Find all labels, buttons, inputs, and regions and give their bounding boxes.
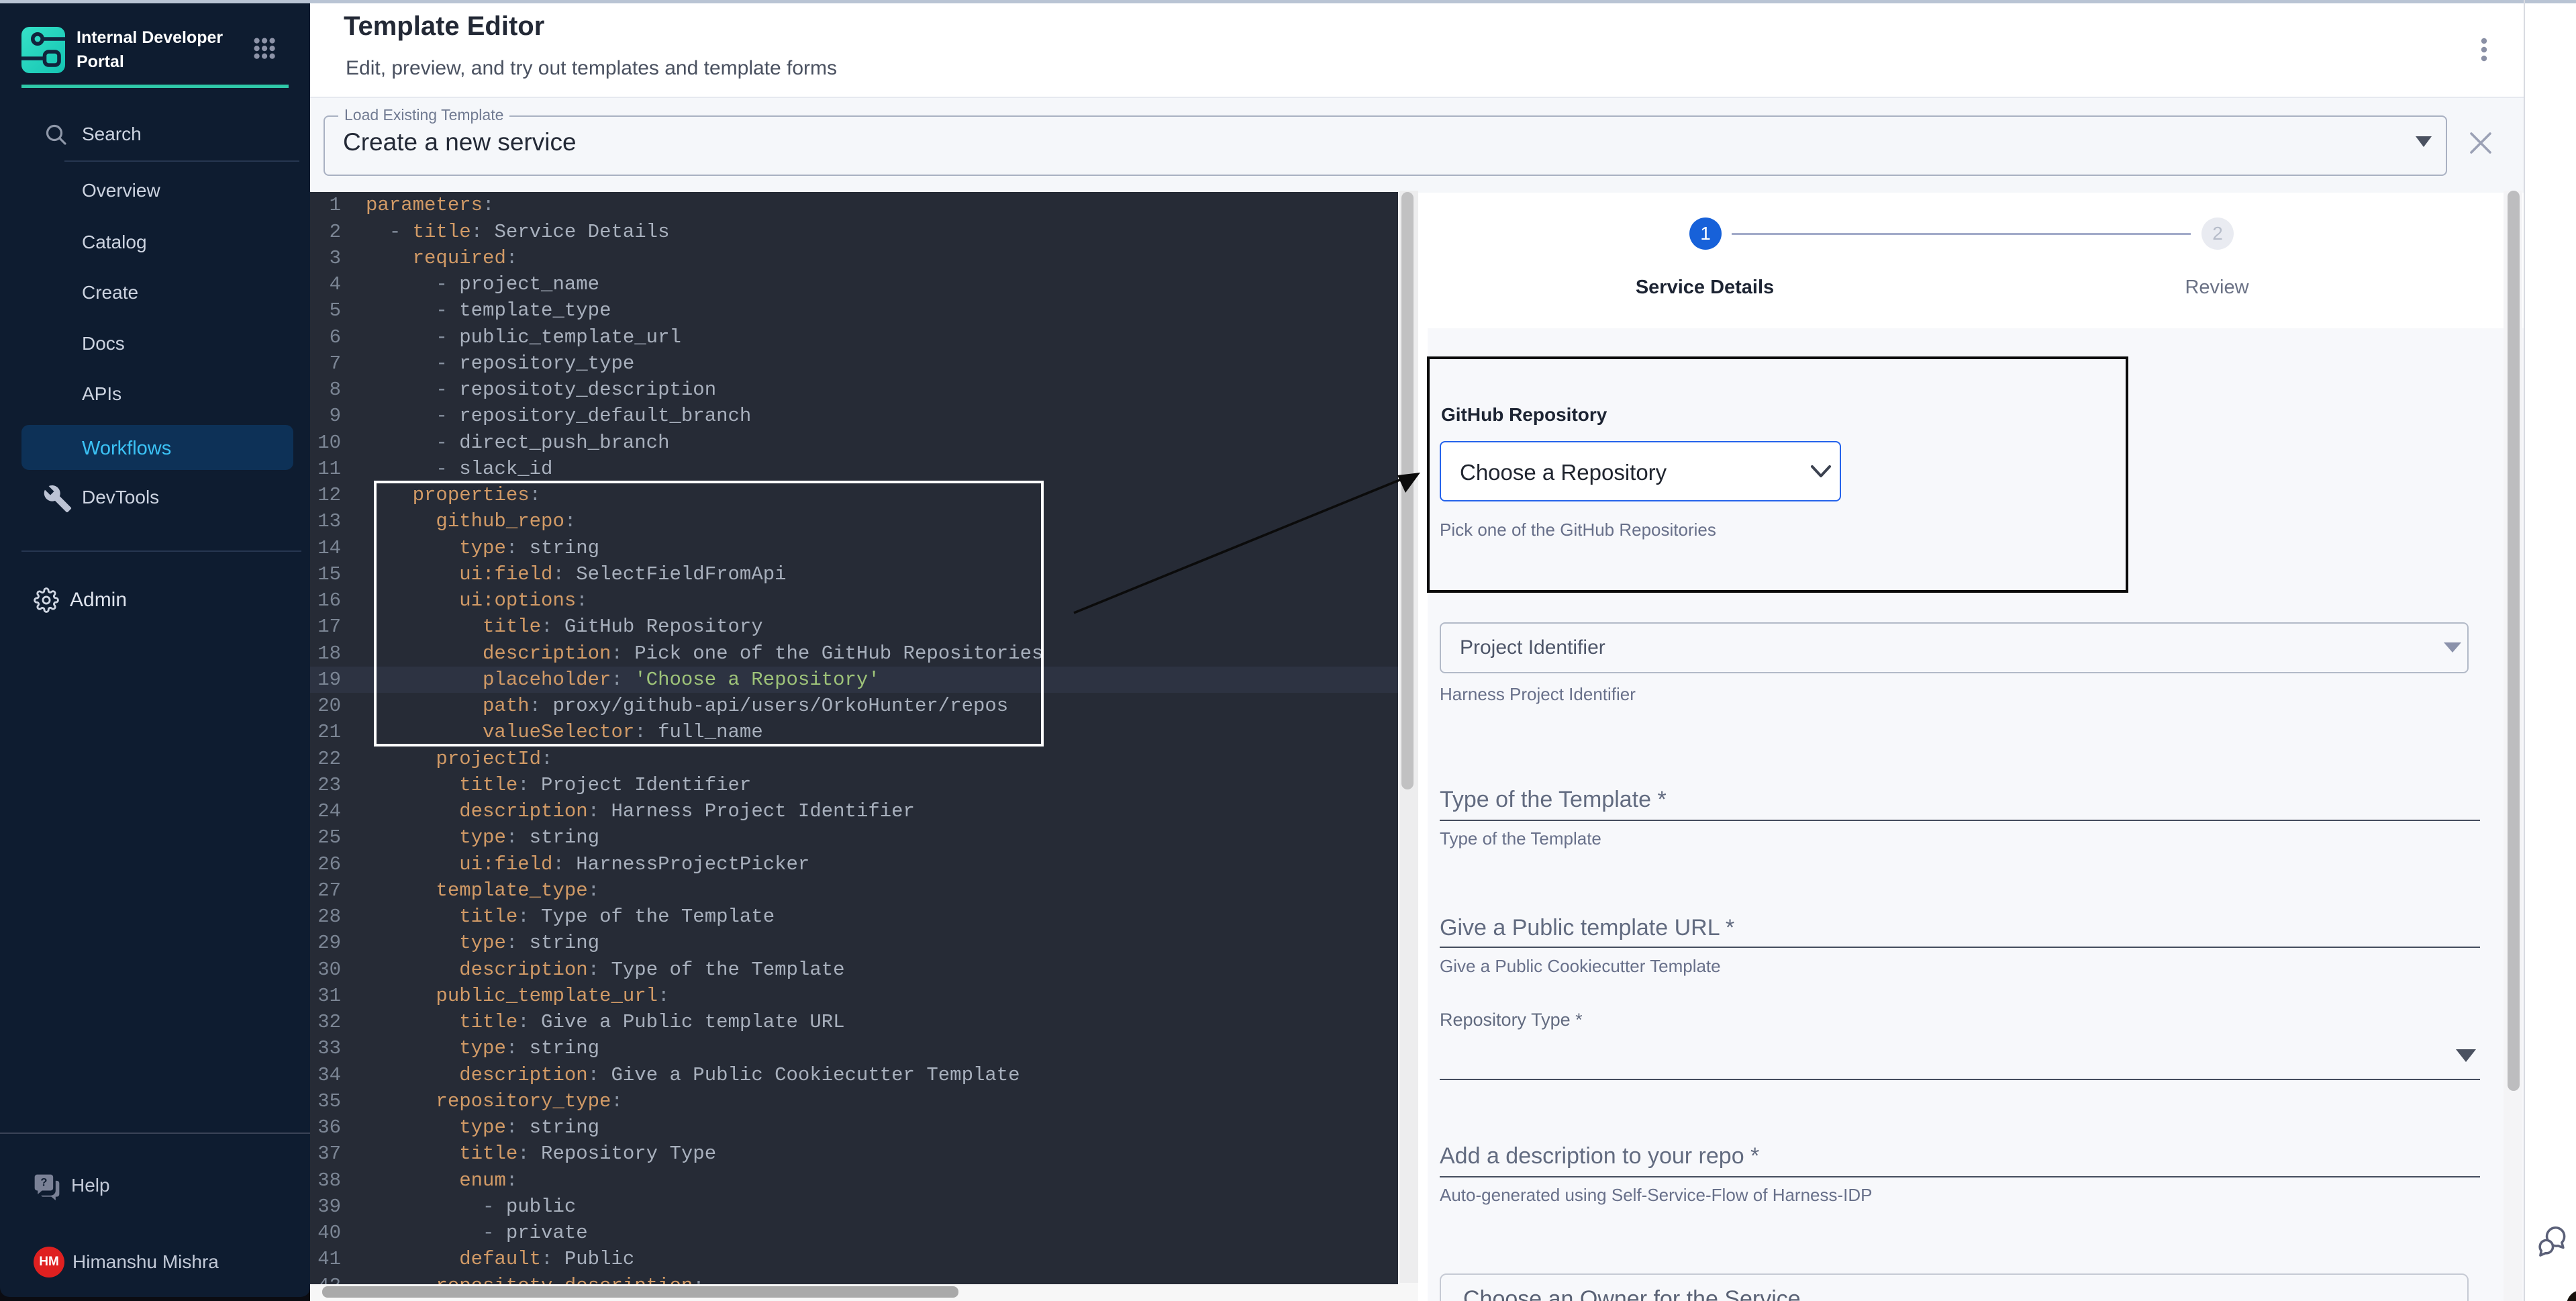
svg-text:?: ? <box>40 1177 47 1189</box>
